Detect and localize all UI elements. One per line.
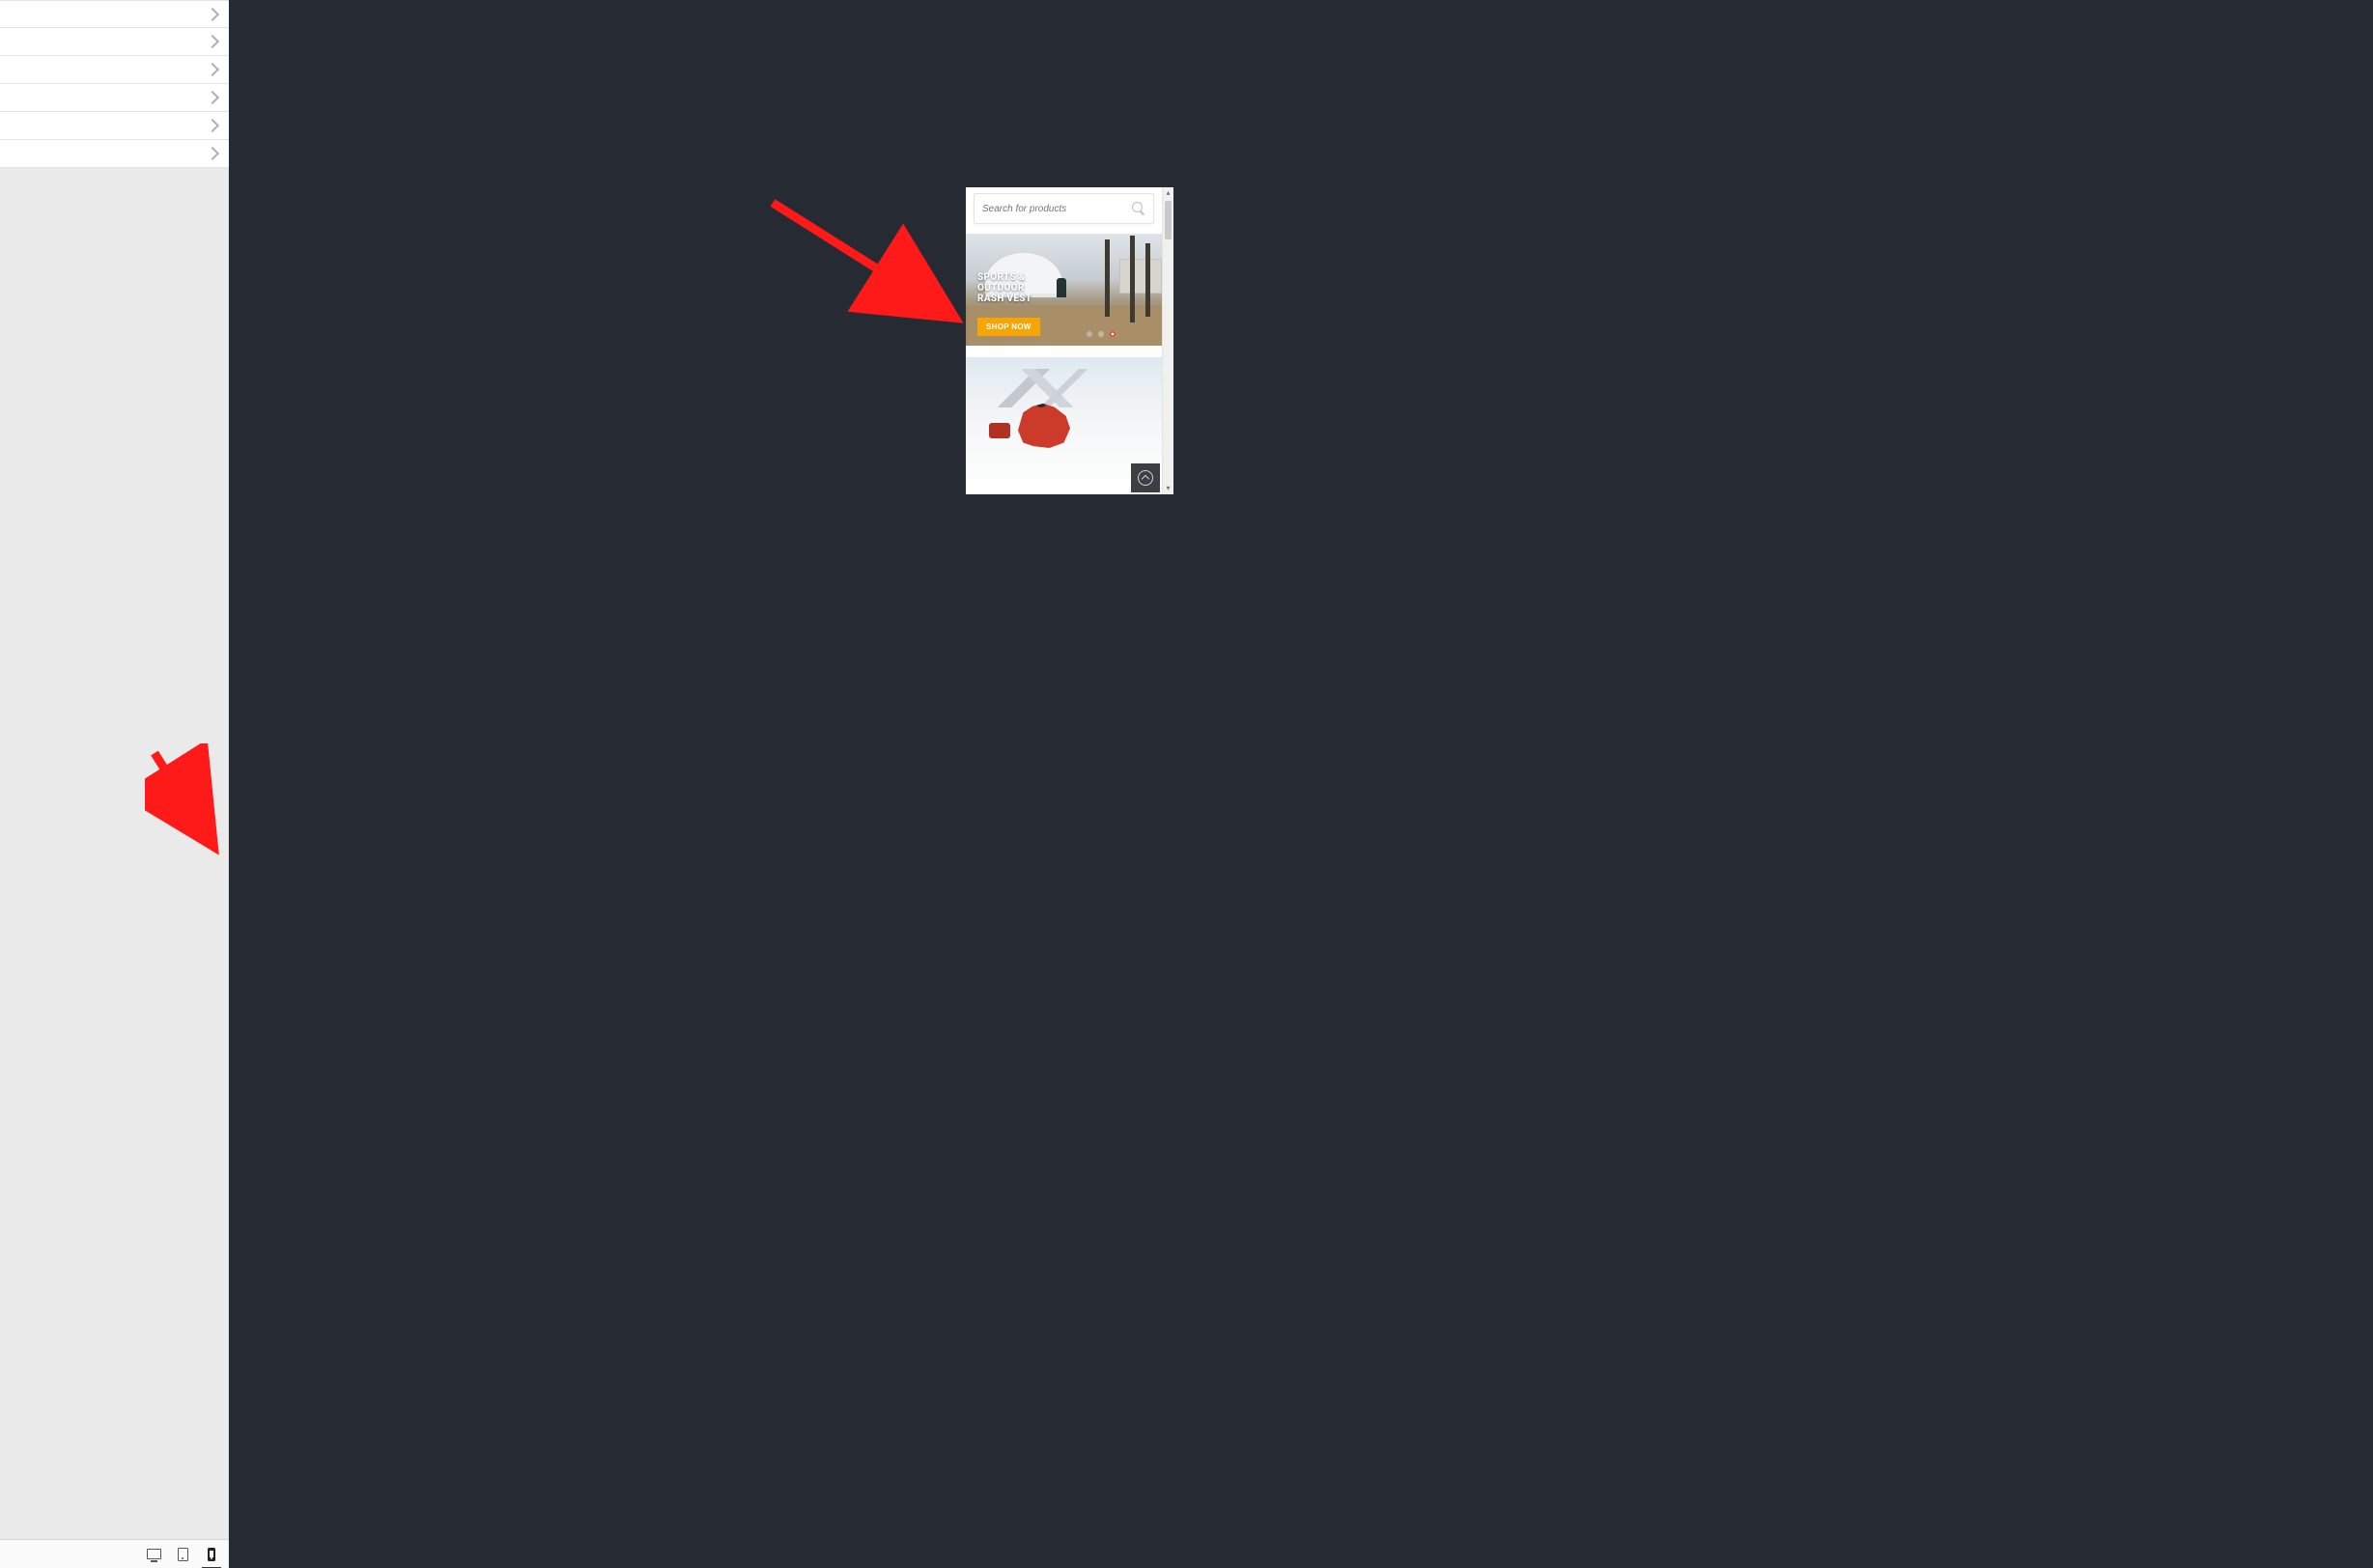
desktop-icon	[147, 1549, 161, 1559]
sidebar-section[interactable]	[0, 84, 229, 112]
mobile-preview-content: SPORTS & OUTDOOR RASH VEST SHOP NOW	[966, 187, 1162, 492]
device-mobile-button[interactable]	[204, 1547, 219, 1562]
promo-bg-pack	[989, 423, 1010, 438]
customizer-sidebar	[0, 0, 229, 1568]
slider-dot[interactable]	[1098, 331, 1104, 337]
hero-headline: SPORTS & OUTDOOR RASH VEST	[977, 272, 1152, 306]
product-search[interactable]	[974, 193, 1154, 224]
chevron-up-circle-icon	[1138, 470, 1153, 486]
chevron-right-icon	[206, 91, 219, 104]
scroll-to-top-button[interactable]	[1131, 463, 1160, 492]
sidebar-accordion	[0, 0, 229, 168]
shop-now-button[interactable]: SHOP NOW	[977, 318, 1040, 336]
slider-dot[interactable]	[1087, 331, 1092, 337]
promo-bg-mountains	[966, 369, 1162, 407]
hero-headline-line: RASH VEST	[977, 294, 1152, 304]
device-desktop-button[interactable]	[146, 1547, 161, 1562]
product-search-input[interactable]	[975, 204, 1132, 214]
device-preview-bar	[0, 1539, 229, 1568]
mobile-icon	[208, 1548, 215, 1561]
chevron-right-icon	[206, 147, 219, 160]
preview-scrollbar[interactable]: ▴ ▾	[1162, 187, 1173, 494]
scrollbar-thumb[interactable]	[1165, 201, 1172, 239]
chevron-right-icon	[206, 119, 219, 132]
scrollbar-up-icon[interactable]: ▴	[1166, 187, 1170, 199]
chevron-right-icon	[206, 7, 219, 20]
slider-dots	[1087, 331, 1116, 337]
sidebar-section[interactable]	[0, 28, 229, 56]
sidebar-section[interactable]	[0, 56, 229, 84]
hero-headline-line: SPORTS &	[977, 272, 1152, 283]
hero-slider: SPORTS & OUTDOOR RASH VEST SHOP NOW	[966, 234, 1162, 346]
mobile-preview-frame: SPORTS & OUTDOOR RASH VEST SHOP NOW	[966, 187, 1173, 494]
search-icon[interactable]	[1132, 202, 1145, 215]
slider-dot-active[interactable]	[1110, 331, 1116, 337]
sidebar-section[interactable]	[0, 0, 229, 28]
scrollbar-down-icon[interactable]: ▾	[1166, 483, 1170, 494]
preview-canvas	[229, 0, 2373, 1568]
chevron-right-icon	[206, 35, 219, 48]
sidebar-section[interactable]	[0, 140, 229, 168]
mobile-preview-viewport: SPORTS & OUTDOOR RASH VEST SHOP NOW	[966, 187, 1173, 494]
tablet-icon	[178, 1548, 188, 1561]
promo-bg-hiker	[1018, 404, 1070, 448]
sidebar-section[interactable]	[0, 112, 229, 140]
sidebar-empty-area	[0, 168, 229, 1539]
chevron-right-icon	[206, 63, 219, 76]
device-tablet-button[interactable]	[175, 1547, 190, 1562]
hero-headline-line: OUTDOOR	[977, 283, 1152, 294]
